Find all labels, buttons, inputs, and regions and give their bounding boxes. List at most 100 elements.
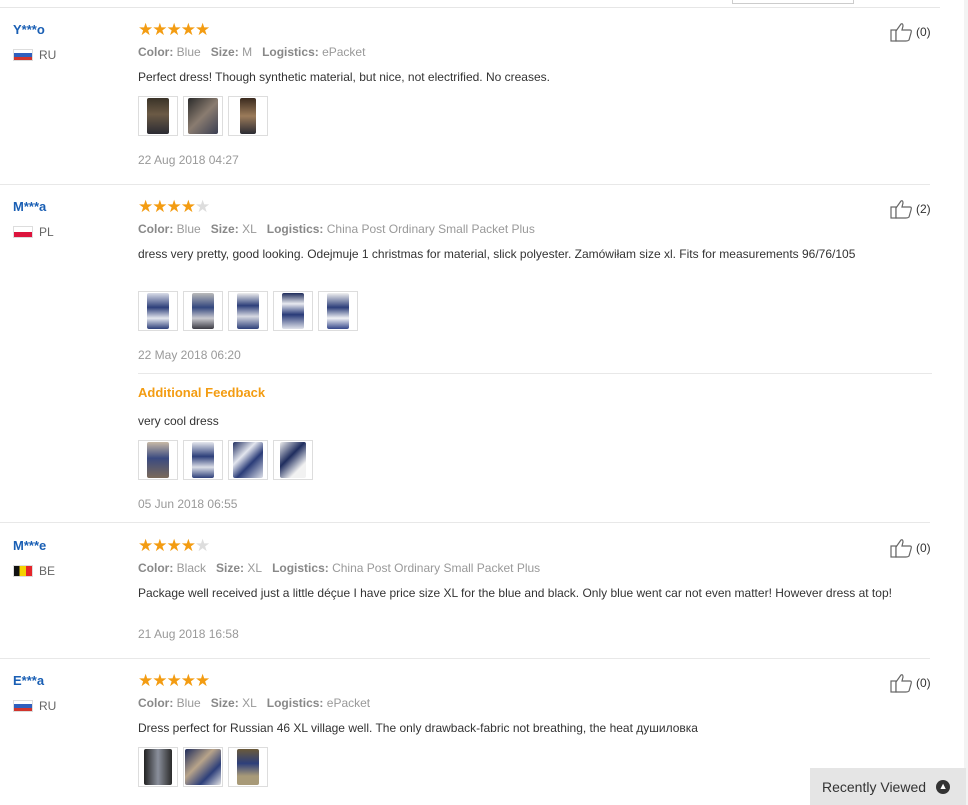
color-value: Black bbox=[176, 561, 207, 575]
order-attributes: Color: Blue Size: XL Logistics: ePacket bbox=[138, 696, 370, 710]
size-label: Size: bbox=[210, 45, 239, 59]
helpful-count: (2) bbox=[916, 202, 931, 216]
review-photos bbox=[138, 96, 268, 136]
review-photo-thumbnail[interactable] bbox=[228, 291, 268, 331]
review-text: dress very pretty, good looking. Odejmuj… bbox=[138, 247, 856, 261]
color-value: Blue bbox=[176, 696, 201, 710]
size-label: Size: bbox=[210, 696, 239, 710]
color-label: Color: bbox=[138, 696, 174, 710]
size-value: XL bbox=[242, 696, 257, 710]
country-code: BE bbox=[39, 564, 56, 578]
helpful-count: (0) bbox=[916, 676, 931, 690]
star-icon: ★ bbox=[180, 536, 196, 555]
review-text: Perfect dress! Though synthetic material… bbox=[138, 70, 550, 84]
review-photo-thumbnail[interactable] bbox=[183, 440, 223, 480]
review-photo-thumbnail[interactable] bbox=[138, 440, 178, 480]
star-rating: ★ ★ ★ ★ ★ bbox=[138, 671, 210, 690]
scrollbar[interactable] bbox=[964, 0, 968, 805]
star-icon: ★ bbox=[195, 671, 210, 690]
color-value: Blue bbox=[176, 45, 201, 59]
logistics-label: Logistics: bbox=[272, 561, 329, 575]
reviewer-name[interactable]: M***a bbox=[13, 199, 46, 214]
belgium-flag-icon bbox=[13, 565, 33, 577]
star-empty-icon: ★ bbox=[195, 197, 210, 216]
helpful-button[interactable]: (0) bbox=[890, 22, 931, 42]
chevron-up-icon: ▲ bbox=[936, 779, 951, 794]
review-photos bbox=[138, 291, 358, 331]
logistics-label: Logistics: bbox=[266, 222, 324, 236]
helpful-count: (0) bbox=[916, 25, 931, 39]
review-photo-thumbnail[interactable] bbox=[183, 747, 223, 787]
logistics-label: Logistics: bbox=[266, 696, 324, 710]
helpful-button[interactable]: (0) bbox=[890, 673, 931, 693]
star-icon: ★ bbox=[166, 20, 182, 39]
reviewer-country: RU bbox=[13, 48, 56, 62]
size-value: XL bbox=[247, 561, 263, 575]
star-empty-icon: ★ bbox=[195, 536, 210, 555]
thumbs-up-icon bbox=[890, 200, 912, 219]
star-rating: ★ ★ ★ ★ ★ bbox=[138, 536, 210, 555]
star-icon: ★ bbox=[138, 671, 153, 690]
star-icon: ★ bbox=[152, 671, 167, 690]
review-photo-thumbnail[interactable] bbox=[138, 747, 178, 787]
logistics-value: China Post Ordinary Small Packet Plus bbox=[332, 561, 541, 575]
country-code: RU bbox=[39, 699, 57, 713]
reviewer-name[interactable]: M***e bbox=[13, 538, 46, 553]
thumbs-up-icon bbox=[890, 674, 912, 693]
helpful-button[interactable]: (2) bbox=[890, 199, 931, 219]
review-divider bbox=[0, 522, 930, 523]
reviewer-country: PL bbox=[13, 225, 54, 239]
logistics-value: ePacket bbox=[322, 45, 366, 59]
order-attributes: Color: Blue Size: M Logistics: ePacket bbox=[138, 45, 365, 59]
additional-feedback-title: Additional Feedback bbox=[138, 385, 266, 400]
thumbs-up-icon bbox=[890, 23, 912, 42]
star-icon: ★ bbox=[138, 536, 153, 555]
color-value: Blue bbox=[176, 222, 201, 236]
helpful-button[interactable]: (0) bbox=[890, 538, 931, 558]
additional-feedback-text: very cool dress bbox=[138, 414, 219, 428]
review-photo-thumbnail[interactable] bbox=[273, 440, 313, 480]
star-icon: ★ bbox=[152, 536, 167, 555]
review-text: Dress perfect for Russian 46 XL village … bbox=[138, 721, 698, 735]
review-photo-thumbnail[interactable] bbox=[183, 291, 223, 331]
review-photo-thumbnail[interactable] bbox=[228, 96, 268, 136]
logistics-value: China Post Ordinary Small Packet Plus bbox=[326, 222, 535, 236]
order-attributes: Color: Black Size: XL Logistics: China Pos… bbox=[138, 561, 540, 575]
review-photo-thumbnail[interactable] bbox=[318, 291, 358, 331]
review-photo-thumbnail[interactable] bbox=[138, 96, 178, 136]
color-label: Color: bbox=[138, 45, 174, 59]
recently-viewed-button[interactable]: Recently Viewed ▲ bbox=[810, 768, 966, 805]
review-date: 22 Aug 2018 04:27 bbox=[138, 153, 239, 167]
reviewer-name[interactable]: E***a bbox=[13, 673, 44, 688]
review-photo-thumbnail[interactable] bbox=[228, 440, 268, 480]
top-divider bbox=[0, 7, 940, 8]
sort-dropdown[interactable] bbox=[732, 0, 854, 4]
reviewer-country: RU bbox=[13, 699, 56, 713]
review-photo-thumbnail[interactable] bbox=[183, 96, 223, 136]
poland-flag-icon bbox=[13, 226, 33, 238]
reviewer-name[interactable]: Y***o bbox=[13, 22, 45, 37]
review-photo-thumbnail[interactable] bbox=[138, 291, 178, 331]
color-label: Color: bbox=[138, 561, 174, 575]
star-icon: ★ bbox=[180, 197, 196, 216]
star-icon: ★ bbox=[195, 20, 210, 39]
helpful-count: (0) bbox=[916, 541, 931, 555]
review-photo-thumbnail[interactable] bbox=[273, 291, 313, 331]
star-icon: ★ bbox=[138, 20, 153, 39]
star-icon: ★ bbox=[166, 671, 182, 690]
review-date: 21 Aug 2018 16:58 bbox=[138, 627, 239, 641]
review-photos bbox=[138, 747, 268, 787]
size-value: XL bbox=[242, 222, 257, 236]
color-label: Color: bbox=[138, 222, 174, 236]
country-code: RU bbox=[39, 48, 57, 62]
size-label: Size: bbox=[210, 222, 239, 236]
star-rating: ★ ★ ★ ★ ★ bbox=[138, 197, 210, 216]
logistics-label: Logistics: bbox=[262, 45, 319, 59]
star-icon: ★ bbox=[166, 536, 182, 555]
size-value: M bbox=[242, 45, 253, 59]
review-photo-thumbnail[interactable] bbox=[228, 747, 268, 787]
star-icon: ★ bbox=[180, 671, 196, 690]
review-divider bbox=[0, 658, 930, 659]
star-icon: ★ bbox=[152, 20, 167, 39]
size-label: Size: bbox=[216, 561, 245, 575]
